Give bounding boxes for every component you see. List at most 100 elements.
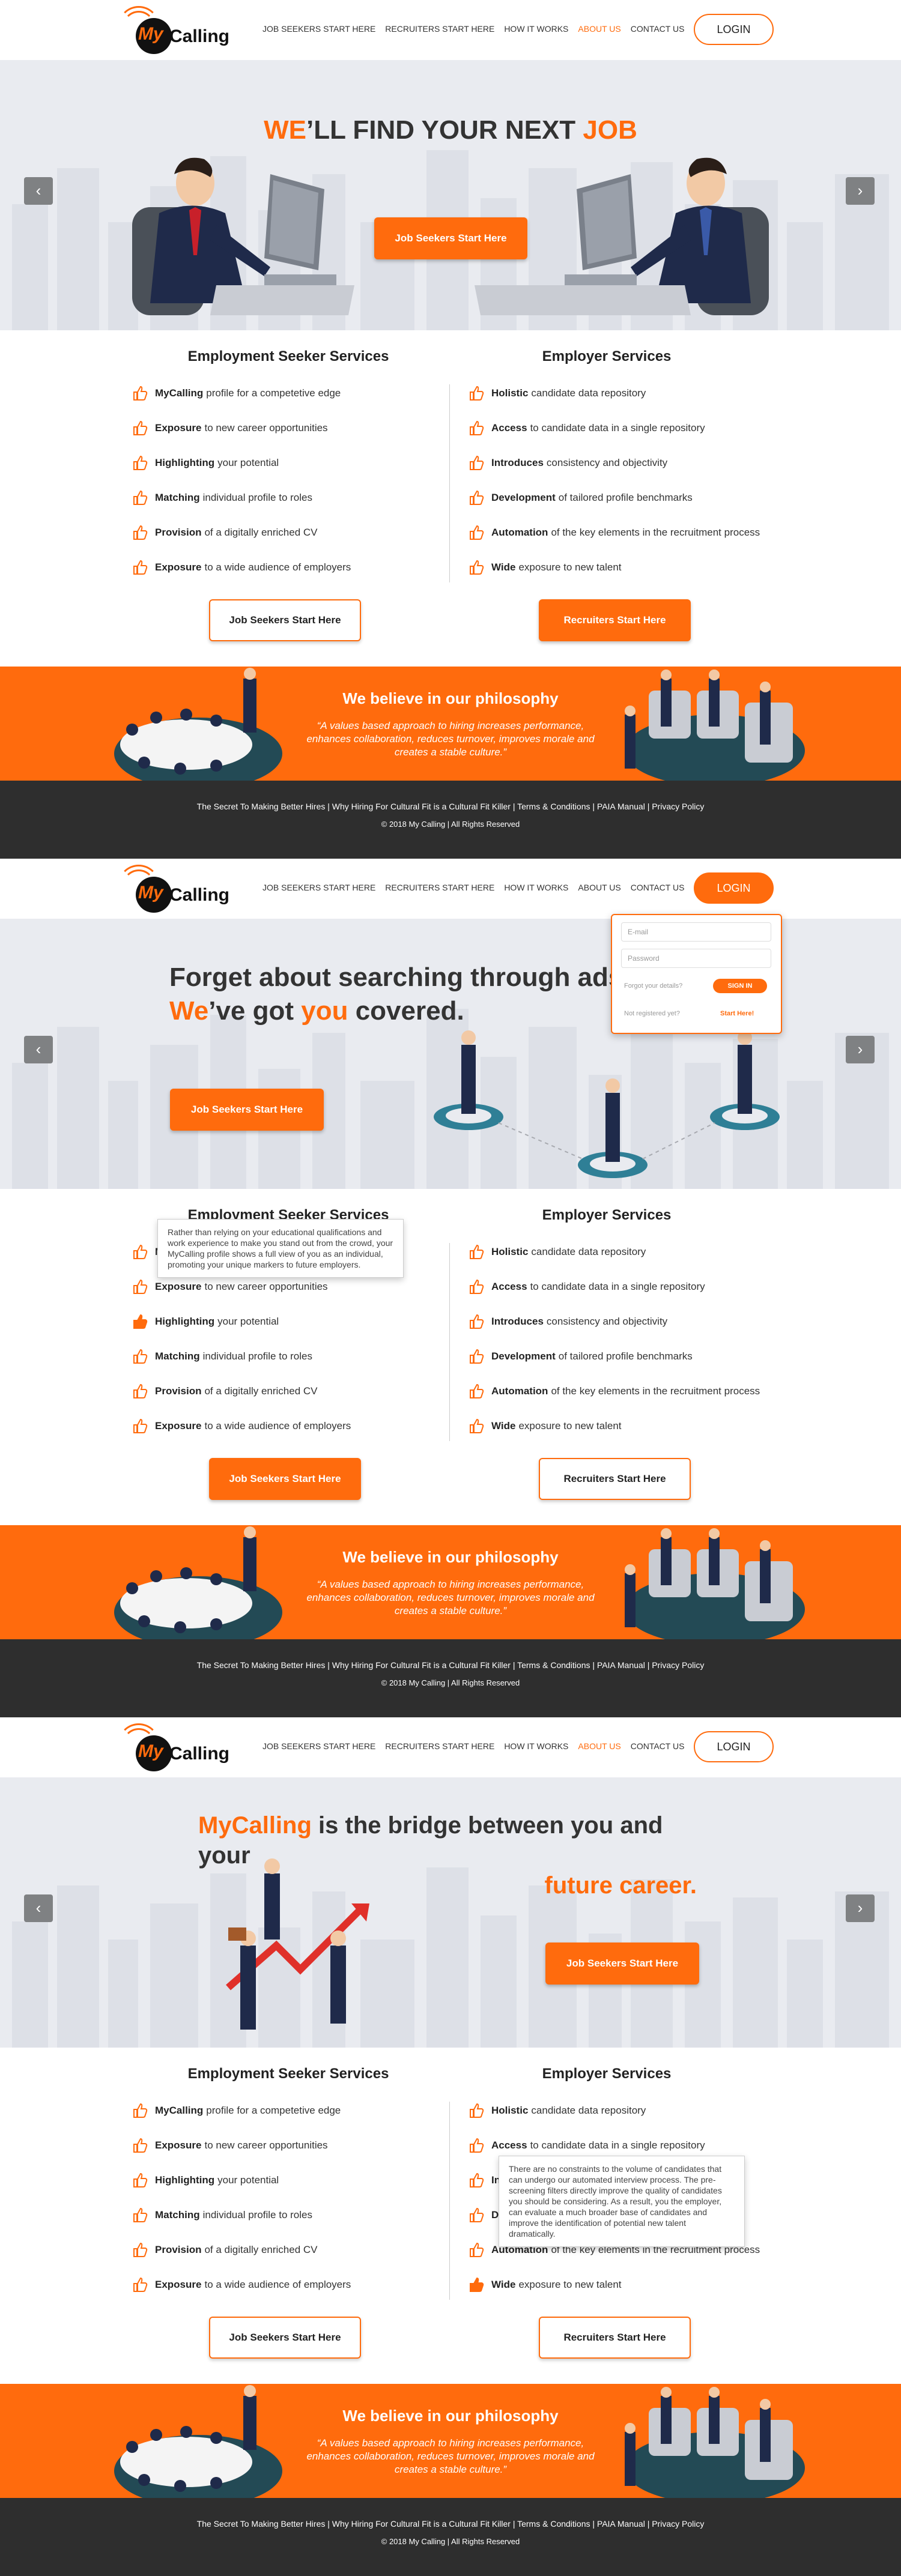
recruiters-start-button[interactable]: Recruiters Start Here [539, 1458, 691, 1500]
thumbs-up-icon [470, 1279, 484, 1294]
thumbs-up-icon [470, 2242, 484, 2257]
employer-service-item: Automation of the key elements in the rec… [469, 515, 781, 550]
site-header: My Calling JOB SEEKERS START HERE RECRUI… [0, 859, 901, 919]
meeting-table-illustration [114, 2385, 282, 2498]
logo-my-text: My [138, 1741, 163, 1761]
thumbs-up-icon [470, 1314, 484, 1329]
employer-service-item[interactable]: Wide exposure to new talent [469, 2267, 781, 2302]
forgot-details-link[interactable]: Forgot your details? [624, 982, 682, 990]
employer-info-tooltip: There are no constraints to the volume o… [499, 2156, 745, 2247]
thumbs-up-icon [470, 1383, 484, 1398]
thumbs-up-icon [133, 490, 148, 505]
nav-contact-us[interactable]: CONTACT US [631, 1741, 685, 1751]
seeker-service-item: MyCallingprofile for a competetive edge [132, 376, 444, 411]
thumbs-up-icon [470, 1418, 484, 1433]
job-seekers-start-button[interactable]: Job Seekers Start Here [209, 599, 361, 641]
not-registered-label: Not registered yet? [624, 1010, 680, 1017]
thumbs-up-icon [133, 420, 148, 435]
footer-copyright: © 2018 My Calling | All Rights Reserved [381, 1678, 520, 1687]
philosophy-title: We believe in our philosophy [342, 689, 559, 707]
employer-service-item: Introducesconsistency and objectivity [469, 446, 781, 480]
thumbs-up-icon [470, 560, 484, 575]
nav-recruiters[interactable]: RECRUITERS START HERE [385, 24, 494, 34]
philosophy-title: We believe in our philosophy [342, 1548, 559, 1566]
job-seekers-start-button[interactable]: Job Seekers Start Here [209, 2317, 361, 2359]
recruiters-start-button[interactable]: Recruiters Start Here [539, 599, 691, 641]
thumbs-up-icon [133, 2277, 148, 2292]
seeker-info-tooltip: Rather than relying on your educational … [157, 1219, 404, 1278]
thumbs-up-icon [133, 1244, 148, 1259]
screen-home-3: My Calling JOB SEEKERS START HERE RECRUI… [0, 1717, 901, 2576]
slider-next-arrow[interactable]: › [846, 177, 875, 205]
login-popup: E-mail Password Forgot your details? SIG… [611, 914, 782, 1034]
sign-in-button[interactable]: SIGN IN [713, 979, 767, 993]
employer-services-title: Employer Services [542, 1207, 672, 1223]
slider-prev-arrow[interactable]: ‹ [24, 177, 53, 205]
employer-service-item: Holistic candidate data repository [469, 2093, 781, 2128]
seeker-service-item: Exposure to a wide audience of employers [132, 1409, 444, 1444]
hero-slider: MyCalling is the bridge between you and … [0, 1777, 901, 2048]
thumbs-up-icon [133, 1349, 148, 1364]
nav-how-it-works[interactable]: HOW IT WORKS [504, 1741, 568, 1751]
nav-contact-us[interactable]: CONTACT US [631, 24, 685, 34]
logo-my-text: My [138, 24, 163, 44]
site-footer: The Secret To Making Better Hires | Why … [0, 781, 901, 859]
employer-service-item: Access to candidate data in a single repo… [469, 411, 781, 446]
nav-how-it-works[interactable]: HOW IT WORKS [504, 24, 568, 34]
slider-prev-arrow[interactable]: ‹ [24, 1036, 53, 1063]
seeker-services-column: Employment Seeker Services MyCallingprof… [132, 348, 444, 585]
philosophy-banner: We believe in our philosophy “A values b… [0, 1525, 901, 1639]
employer-service-item: Holistic candidate data repository [469, 1235, 781, 1269]
philosophy-banner: We believe in our philosophy “A values b… [0, 667, 901, 781]
nav-job-seekers[interactable]: JOB SEEKERS START HERE [262, 24, 375, 34]
password-field[interactable]: Password [621, 949, 771, 968]
start-here-link[interactable]: Start Here! [720, 1010, 754, 1017]
recruiters-start-button[interactable]: Recruiters Start Here [539, 2317, 691, 2359]
mycalling-logo[interactable]: My Calling [118, 865, 229, 913]
nav-job-seekers[interactable]: JOB SEEKERS START HERE [262, 1741, 375, 1751]
waiting-room-illustration [625, 2387, 805, 2498]
thumbs-up-icon [133, 385, 148, 401]
footer-links[interactable]: The Secret To Making Better Hires | Why … [0, 802, 901, 811]
thumbs-up-icon [470, 2103, 484, 2118]
seeker-service-item: Provision of a digitally enriched CV [132, 2233, 444, 2267]
nav-about-us[interactable]: ABOUT US [578, 1741, 620, 1751]
nav-recruiters[interactable]: RECRUITERS START HERE [385, 1741, 494, 1751]
nav-contact-us[interactable]: CONTACT US [631, 883, 685, 892]
nav-how-it-works[interactable]: HOW IT WORKS [504, 883, 568, 892]
nav-about-us[interactable]: ABOUT US [578, 24, 620, 34]
thumbs-up-icon [470, 420, 484, 435]
seeker-service-item: MyCallingprofile for a competetive edge [132, 2093, 444, 2128]
mycalling-logo[interactable]: My Calling [118, 1723, 229, 1771]
mycalling-logo[interactable]: My Calling [118, 6, 229, 54]
hero-job-seekers-button[interactable]: Job Seekers Start Here [374, 217, 527, 259]
thumbs-up-icon [470, 525, 484, 540]
employer-service-item: Introducesconsistency and objectivity [469, 1304, 781, 1339]
thumbs-up-icon [133, 1314, 148, 1329]
main-nav: JOB SEEKERS START HERE RECRUITERS START … [262, 883, 684, 892]
thumbs-up-icon [133, 1383, 148, 1398]
seeker-service-item[interactable]: Highlighting your potential [132, 1304, 444, 1339]
nav-about-us[interactable]: ABOUT US [578, 883, 620, 892]
slider-prev-arrow[interactable]: ‹ [24, 1894, 53, 1922]
login-button[interactable]: LOGIN [694, 14, 774, 45]
email-field[interactable]: E-mail [621, 922, 771, 942]
nav-recruiters[interactable]: RECRUITERS START HERE [385, 883, 494, 892]
thumbs-up-icon [470, 1244, 484, 1259]
thumbs-up-icon [133, 2138, 148, 2153]
slider-next-arrow[interactable]: › [846, 1036, 875, 1063]
employer-service-item: Developmentof tailored profile benchmark… [469, 1339, 781, 1374]
slider-next-arrow[interactable]: › [846, 1894, 875, 1922]
nav-job-seekers[interactable]: JOB SEEKERS START HERE [262, 883, 375, 892]
hero-job-seekers-button[interactable]: Job Seekers Start Here [545, 1943, 699, 1985]
hero-job-seekers-button[interactable]: Job Seekers Start Here [170, 1089, 324, 1131]
hero-slider: WE’LL FIND YOUR NEXT JOB Job Seekers Sta… [0, 60, 901, 330]
job-seekers-start-button[interactable]: Job Seekers Start Here [209, 1458, 361, 1500]
logo-my-text: My [138, 883, 163, 903]
login-button[interactable]: LOGIN [694, 1731, 774, 1762]
login-button[interactable]: LOGIN [694, 872, 774, 904]
philosophy-quote: “A values based approach to hiring incre… [306, 2437, 595, 2475]
footer-links[interactable]: The Secret To Making Better Hires | Why … [0, 2519, 901, 2529]
footer-links[interactable]: The Secret To Making Better Hires | Why … [0, 1660, 901, 1670]
main-nav: JOB SEEKERS START HERE RECRUITERS START … [262, 24, 684, 34]
